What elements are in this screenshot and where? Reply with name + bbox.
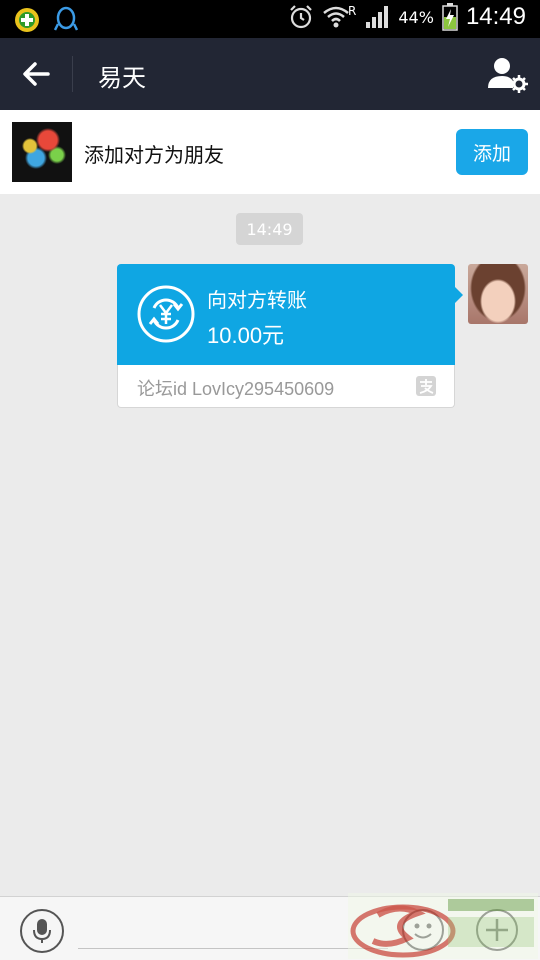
page-title: 易天 [98,65,146,92]
app-notification-icon [15,8,39,32]
back-arrow-icon [23,62,50,86]
transfer-card-footer: 论坛id LovIcy295450609 [117,365,455,408]
site-watermark-logo [348,893,538,959]
transfer-amount: 10.00元 [207,323,285,348]
add-friend-button[interactable]: 添加 [456,129,528,175]
chat-header: 易天 [0,38,540,110]
transfer-message[interactable]: 向对方转账 10.00元 论坛id LovIcy295450609 [117,264,463,408]
alarm-icon [290,5,312,29]
battery-percent: 44% [398,7,434,27]
contact-avatar[interactable] [12,122,72,182]
voice-button[interactable] [20,909,64,953]
add-friend-prompt: 添加对方为朋友 [84,145,224,167]
header-divider [72,56,73,92]
microphone-icon [33,919,51,943]
qq-icon [54,6,78,31]
status-bar: R 44% 14:49 [0,0,540,38]
back-button[interactable] [0,38,72,110]
signal-icon [366,6,389,28]
wifi-icon [323,6,349,28]
bubble-tail [454,286,463,304]
payment-brand-icon [416,376,436,396]
roaming-indicator: R [348,4,357,18]
transfer-title: 向对方转账 [207,290,307,312]
message-timestamp: 14:49 [236,213,303,245]
battery-charging-icon [442,3,458,31]
message-input[interactable] [78,905,388,949]
clock: 14:49 [465,3,526,30]
transfer-note: 论坛id LovIcy295450609 [137,379,335,399]
add-friend-banner: 添加对方为朋友 添加 [0,110,540,194]
transfer-yuan-icon [137,285,195,343]
my-avatar[interactable] [468,264,528,324]
user-settings-icon [488,58,528,93]
chat-info-button[interactable] [486,54,528,96]
transfer-card-header: 向对方转账 10.00元 [117,264,455,365]
